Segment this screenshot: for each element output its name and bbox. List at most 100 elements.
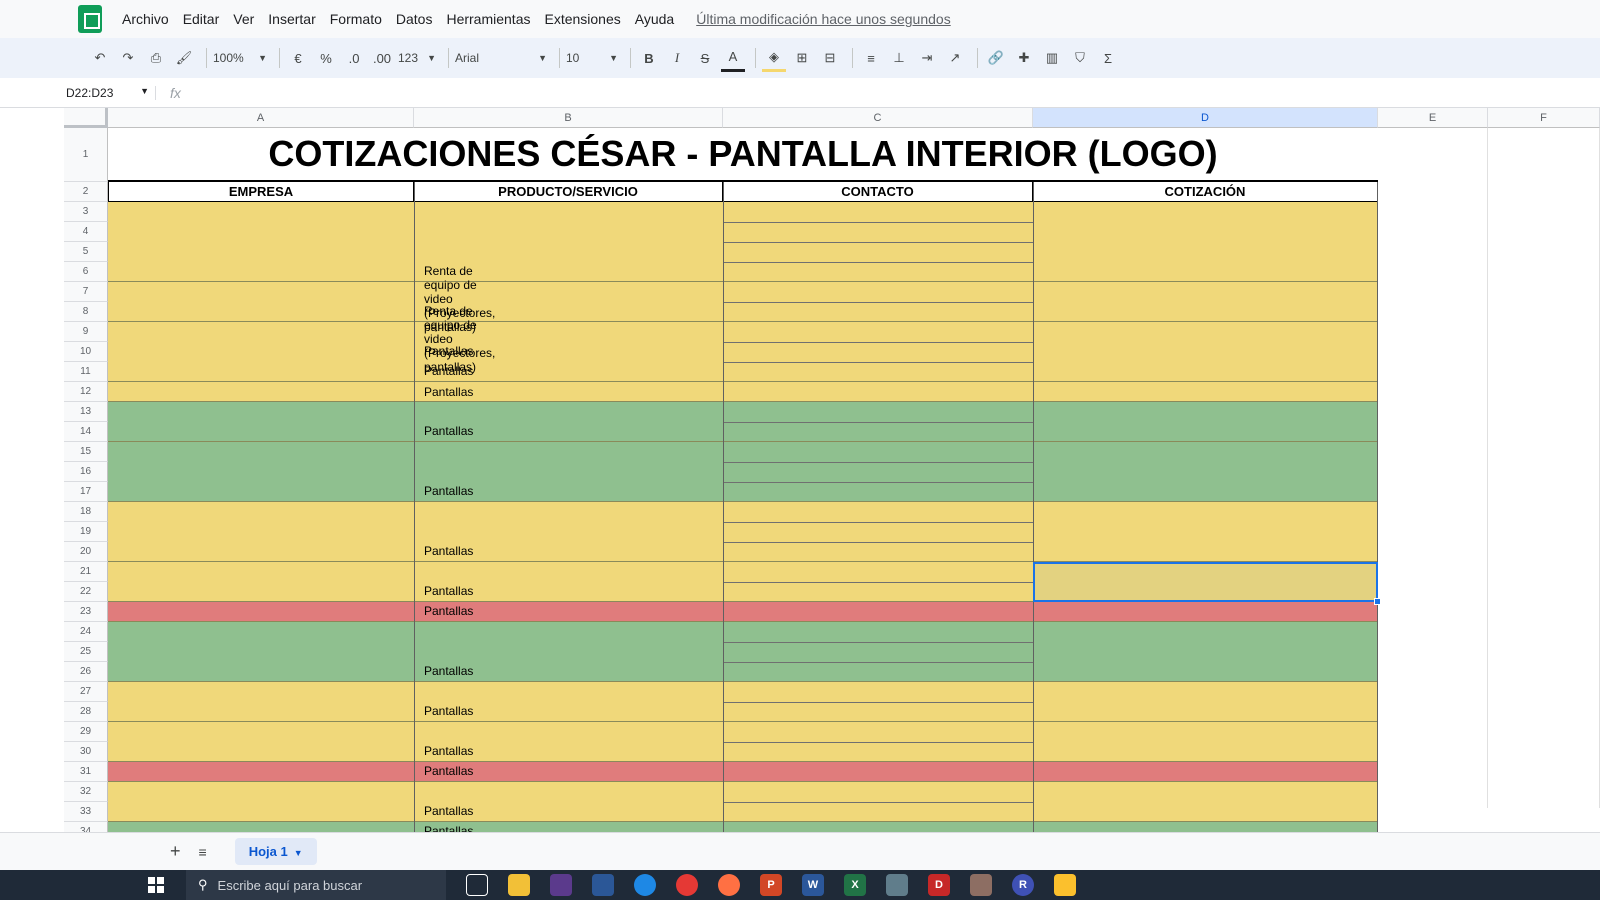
menu-editar[interactable]: Editar bbox=[183, 11, 220, 27]
text-color-button[interactable]: A bbox=[721, 44, 745, 72]
last-edit-link[interactable]: Última modificación hace unos segundos bbox=[696, 11, 950, 27]
increase-decimals-button[interactable]: .00 bbox=[370, 44, 394, 72]
row-number[interactable]: 8 bbox=[64, 302, 108, 322]
chrome-icon[interactable] bbox=[676, 874, 698, 896]
row-number[interactable]: 10 bbox=[64, 342, 108, 362]
product-cell[interactable]: Pantallas bbox=[424, 664, 473, 678]
percent-button[interactable]: % bbox=[314, 44, 338, 72]
header-producto-servicio[interactable]: PRODUCTO/SERVICIO bbox=[414, 182, 723, 202]
firefox-icon[interactable] bbox=[718, 874, 740, 896]
product-cell[interactable]: Pantallas bbox=[424, 584, 473, 598]
product-cell[interactable]: Pantallas bbox=[424, 744, 473, 758]
row-number[interactable]: 31 bbox=[64, 762, 108, 782]
row-number[interactable]: 16 bbox=[64, 462, 108, 482]
row-number[interactable]: 22 bbox=[64, 582, 108, 602]
select-all-corner[interactable] bbox=[64, 108, 108, 128]
row-number[interactable]: 11 bbox=[64, 362, 108, 382]
product-cell[interactable]: Pantallas bbox=[424, 424, 473, 438]
company-block[interactable] bbox=[108, 502, 1378, 562]
row-number[interactable]: 12 bbox=[64, 382, 108, 402]
sheet-tab-hoja-1[interactable]: Hoja 1 ▼ bbox=[234, 838, 317, 865]
paint-format-icon[interactable]: 🖌 bbox=[172, 44, 196, 72]
text-wrap-icon[interactable]: ⇥ bbox=[915, 44, 939, 72]
redo-icon[interactable]: ↷ bbox=[116, 44, 140, 72]
company-block[interactable] bbox=[108, 622, 1378, 682]
product-cell[interactable]: Pantallas bbox=[424, 385, 473, 399]
align-vertical-icon[interactable]: ⊥ bbox=[887, 44, 911, 72]
file-explorer-icon[interactable] bbox=[508, 874, 530, 896]
borders-icon[interactable]: ⊞ bbox=[790, 44, 814, 72]
row-number[interactable]: 28 bbox=[64, 702, 108, 722]
row-number[interactable]: 30 bbox=[64, 742, 108, 762]
all-sheets-button[interactable]: ≡ bbox=[199, 844, 207, 860]
decrease-decimals-button[interactable]: .0 bbox=[342, 44, 366, 72]
row-number[interactable]: 21 bbox=[64, 562, 108, 582]
menu-datos[interactable]: Datos bbox=[396, 11, 433, 27]
row-number[interactable]: 19 bbox=[64, 522, 108, 542]
row-number[interactable]: 6 bbox=[64, 262, 108, 282]
menu-extensiones[interactable]: Extensiones bbox=[544, 11, 620, 27]
row-number[interactable]: 4 bbox=[64, 222, 108, 242]
product-cell[interactable]: Pantallas bbox=[424, 484, 473, 498]
header-cotizacion[interactable]: COTIZACIÓN bbox=[1033, 182, 1378, 202]
header-empresa[interactable]: EMPRESA bbox=[108, 182, 414, 202]
menu-herramientas[interactable]: Herramientas bbox=[446, 11, 530, 27]
word-icon[interactable]: W bbox=[802, 874, 824, 896]
product-cell[interactable]: Pantallas bbox=[424, 604, 473, 618]
row-number[interactable]: 26 bbox=[64, 662, 108, 682]
currency-button[interactable]: € bbox=[286, 44, 310, 72]
functions-button[interactable]: Σ bbox=[1096, 44, 1120, 72]
product-cell[interactable]: Pantallas bbox=[424, 764, 473, 778]
company-block[interactable] bbox=[108, 322, 1378, 382]
row-number[interactable]: 18 bbox=[64, 502, 108, 522]
zoom-select[interactable]: 100% ▼ bbox=[213, 51, 267, 65]
print-icon[interactable]: ⎙ bbox=[144, 44, 168, 72]
row-number[interactable]: 24 bbox=[64, 622, 108, 642]
row-number[interactable]: 14 bbox=[64, 422, 108, 442]
row-number[interactable]: 2 bbox=[64, 182, 108, 202]
column-header-d[interactable]: D bbox=[1033, 108, 1378, 128]
column-header-e[interactable]: E bbox=[1378, 108, 1488, 128]
column-header-c[interactable]: C bbox=[723, 108, 1033, 128]
task-view-icon[interactable] bbox=[466, 874, 488, 896]
row-number[interactable]: 23 bbox=[64, 602, 108, 622]
product-cell[interactable]: Pantallas bbox=[424, 344, 473, 358]
app-icon[interactable] bbox=[550, 874, 572, 896]
row-number[interactable]: 29 bbox=[64, 722, 108, 742]
sheet-title[interactable]: COTIZACIONES CÉSAR - PANTALLA INTERIOR (… bbox=[108, 128, 1378, 182]
sheets-logo-icon[interactable] bbox=[78, 5, 102, 33]
fill-handle[interactable] bbox=[1374, 598, 1381, 605]
column-f-cells[interactable] bbox=[1488, 128, 1600, 808]
row-number[interactable]: 15 bbox=[64, 442, 108, 462]
product-cell[interactable]: Pantallas bbox=[424, 364, 473, 378]
product-cell[interactable]: Pantallas bbox=[424, 704, 473, 718]
menu-ver[interactable]: Ver bbox=[233, 11, 254, 27]
company-block[interactable] bbox=[108, 602, 1378, 622]
column-header-a[interactable]: A bbox=[108, 108, 414, 128]
app-icon[interactable] bbox=[886, 874, 908, 896]
bold-button[interactable]: B bbox=[637, 44, 661, 72]
font-size-select[interactable]: 10 ▼ bbox=[566, 51, 618, 65]
app-icon[interactable]: D bbox=[928, 874, 950, 896]
row-number[interactable]: 1 bbox=[64, 128, 108, 182]
selected-range[interactable] bbox=[1033, 562, 1378, 602]
filter-icon[interactable]: ⛉ bbox=[1068, 44, 1092, 72]
app-icon[interactable] bbox=[592, 874, 614, 896]
company-block[interactable] bbox=[108, 442, 1378, 502]
app-icon[interactable] bbox=[970, 874, 992, 896]
row-number[interactable]: 27 bbox=[64, 682, 108, 702]
menu-formato[interactable]: Formato bbox=[330, 11, 382, 27]
product-cell[interactable]: Pantallas bbox=[424, 544, 473, 558]
row-number[interactable]: 33 bbox=[64, 802, 108, 822]
row-number[interactable]: 3 bbox=[64, 202, 108, 222]
link-icon[interactable]: 🔗 bbox=[984, 44, 1008, 72]
strikethrough-button[interactable]: S bbox=[693, 44, 717, 72]
taskbar-search[interactable]: ⚲ Escribe aquí para buscar bbox=[186, 870, 446, 900]
row-number[interactable]: 32 bbox=[64, 782, 108, 802]
text-rotate-icon[interactable]: ↗ bbox=[943, 44, 967, 72]
product-cell[interactable]: Pantallas bbox=[424, 804, 473, 818]
column-header-b[interactable]: B bbox=[414, 108, 723, 128]
row-number[interactable]: 5 bbox=[64, 242, 108, 262]
menu-ayuda[interactable]: Ayuda bbox=[635, 11, 674, 27]
number-format-select[interactable]: 123 ▼ bbox=[398, 51, 436, 65]
